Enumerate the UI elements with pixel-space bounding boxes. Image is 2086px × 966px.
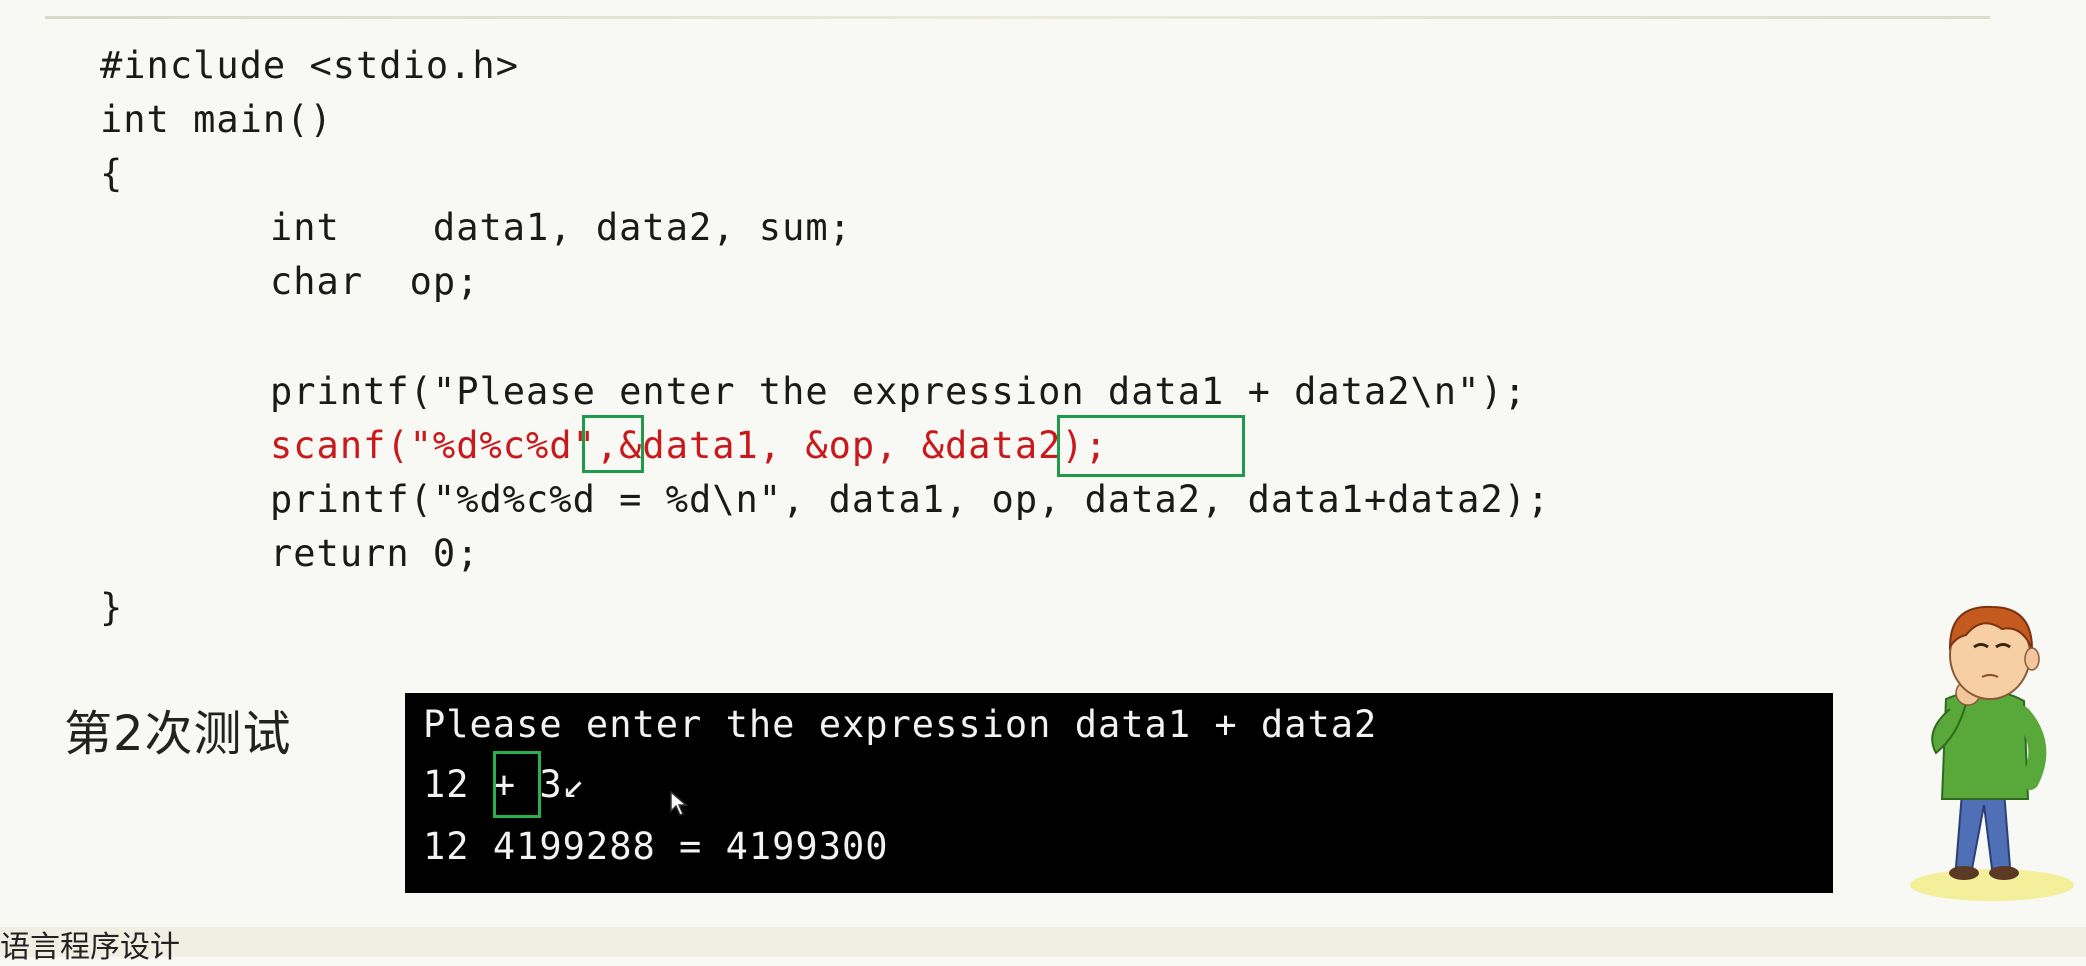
console-output: Please enter the expression data1 + data… [405, 693, 1833, 893]
highlight-box-data2-address [1057, 415, 1245, 477]
code-line-printf-result: printf("%d%c%d = %d\n", data1, op, data2… [270, 478, 1551, 521]
footer-course-title: 语言程序设计 [0, 930, 180, 965]
code-line-int-decl: int data1, data2, sum; [270, 206, 852, 249]
footer-bar [0, 927, 2086, 957]
code-line-return: return 0; [270, 532, 480, 575]
console-line-result: 12 4199288 = 4199300 [423, 825, 889, 868]
code-line-main: int main() [100, 98, 333, 141]
highlight-box-format-d [582, 415, 644, 473]
code-listing: #include <stdio.h> int main() { int data… [0, 0, 2086, 660]
code-line-char-decl: char op; [270, 260, 480, 303]
mouse-cursor-icon [670, 791, 688, 816]
code-line-close-brace: } [100, 586, 124, 629]
code-line-open-brace: { [100, 152, 124, 195]
code-line-printf-prompt: printf("Please enter the expression data… [270, 370, 1527, 413]
console-line-prompt: Please enter the expression data1 + data… [423, 703, 1378, 746]
thinking-boy-illustration [1910, 605, 2074, 901]
highlight-box-plus-input [493, 751, 541, 818]
code-line-scanf: scanf("%d%c%d",&data1, &op, &data2); [270, 424, 1108, 467]
test-label: 第2次测试 [64, 706, 292, 762]
code-line-include: #include <stdio.h> [100, 44, 519, 87]
